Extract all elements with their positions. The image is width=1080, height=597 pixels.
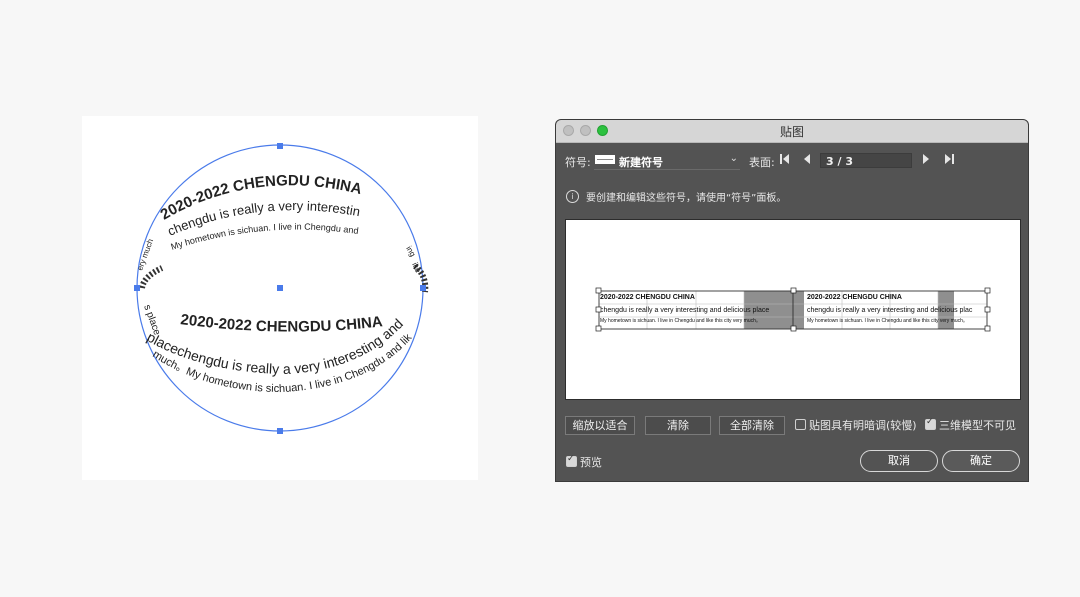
- preview-handle-tl[interactable]: [595, 287, 602, 294]
- symbol-dropdown[interactable]: 新建符号 ⌄: [594, 152, 740, 170]
- info-text: 要创建和编辑这些符号，请使用“符号”面板。: [586, 193, 787, 204]
- front-line-1: 2020-2022 CHENGDU CHINA: [180, 311, 384, 335]
- preview-handle-tm[interactable]: [790, 287, 797, 294]
- preview-right-line-2: chengdu is really a very interesting and…: [807, 307, 973, 314]
- preview-handle-br[interactable]: [984, 325, 991, 332]
- cancel-button[interactable]: 取消: [860, 450, 938, 472]
- left-fragment-2: ery much: [135, 238, 155, 272]
- preview-right-line-1: 2020-2022 CHENGDU CHINA: [807, 294, 902, 301]
- preview-left-line-3: My hometown is sichuan. I live in Chengd…: [600, 318, 761, 324]
- symbol-label: 符号:: [565, 156, 591, 169]
- map-art-dialog: 贴图 符号: 新建符号 ⌄ 表面: 3 / 3 i 要创建和编辑这些符号，请使用…: [556, 120, 1028, 481]
- chevron-down-icon: ⌄: [729, 153, 738, 164]
- preview-art: 2020-2022 CHENGDU CHINA chengdu is reall…: [595, 287, 991, 332]
- symbol-name: 新建符号: [619, 156, 663, 169]
- symbol-preview-area[interactable]: 2020-2022 CHENGDU CHINA chengdu is reall…: [565, 219, 1021, 400]
- title-bar[interactable]: 贴图: [556, 120, 1028, 143]
- symbol-thumbnail: [595, 155, 615, 164]
- first-surface-icon[interactable]: [780, 153, 790, 169]
- right-fragment-1: ing: [404, 245, 417, 259]
- preview-handle-ml[interactable]: [595, 306, 602, 313]
- shade-artwork-label: 贴图具有明暗调(较慢): [809, 419, 917, 432]
- artboard: 2020-2022 CHENGDU CHINA chengdu is reall…: [82, 116, 478, 480]
- preview-handle-mr[interactable]: [984, 306, 991, 313]
- top-line-1: 2020-2022 CHENGDU CHINA: [158, 172, 364, 223]
- surface-label: 表面:: [749, 156, 775, 169]
- preview-left-line-2: chengdu is really a very interesting and…: [600, 307, 769, 314]
- ok-button[interactable]: 确定: [942, 450, 1020, 472]
- clear-all-button[interactable]: 全部清除: [719, 416, 785, 435]
- dialog-title: 贴图: [779, 125, 804, 139]
- surface-page-field[interactable]: 3 / 3: [820, 153, 912, 168]
- clear-button[interactable]: 清除: [645, 416, 711, 435]
- handle-center[interactable]: [277, 285, 283, 291]
- left-wrap-edge: [139, 265, 164, 289]
- previous-surface-icon[interactable]: [803, 153, 811, 169]
- next-surface-icon[interactable]: [922, 153, 930, 169]
- preview-left-line-1: 2020-2022 CHENGDU CHINA: [600, 294, 695, 301]
- handle-left[interactable]: [134, 285, 140, 291]
- preview-handle-bm[interactable]: [790, 325, 797, 332]
- preview-handle-bl[interactable]: [595, 325, 602, 332]
- handle-top[interactable]: [277, 143, 283, 149]
- shade-artwork-checkbox[interactable]: [795, 419, 806, 430]
- handle-right[interactable]: [420, 285, 426, 291]
- preview-right-line-3: My hometown is sichuan. I live in Chengd…: [807, 318, 968, 324]
- handle-bottom[interactable]: [277, 428, 283, 434]
- sphere-artwork: 2020-2022 CHENGDU CHINA chengdu is reall…: [82, 116, 429, 434]
- invisible-geometry-label: 三维模型不可见: [939, 419, 1016, 432]
- fit-button[interactable]: 缩放以适合: [565, 416, 635, 435]
- preview-handle-tr[interactable]: [984, 287, 991, 294]
- info-icon: i: [566, 190, 579, 203]
- invisible-geometry-checkbox[interactable]: [925, 417, 936, 430]
- last-surface-icon[interactable]: [944, 153, 954, 169]
- preview-label: 预览: [580, 456, 602, 469]
- preview-checkbox[interactable]: [566, 454, 577, 467]
